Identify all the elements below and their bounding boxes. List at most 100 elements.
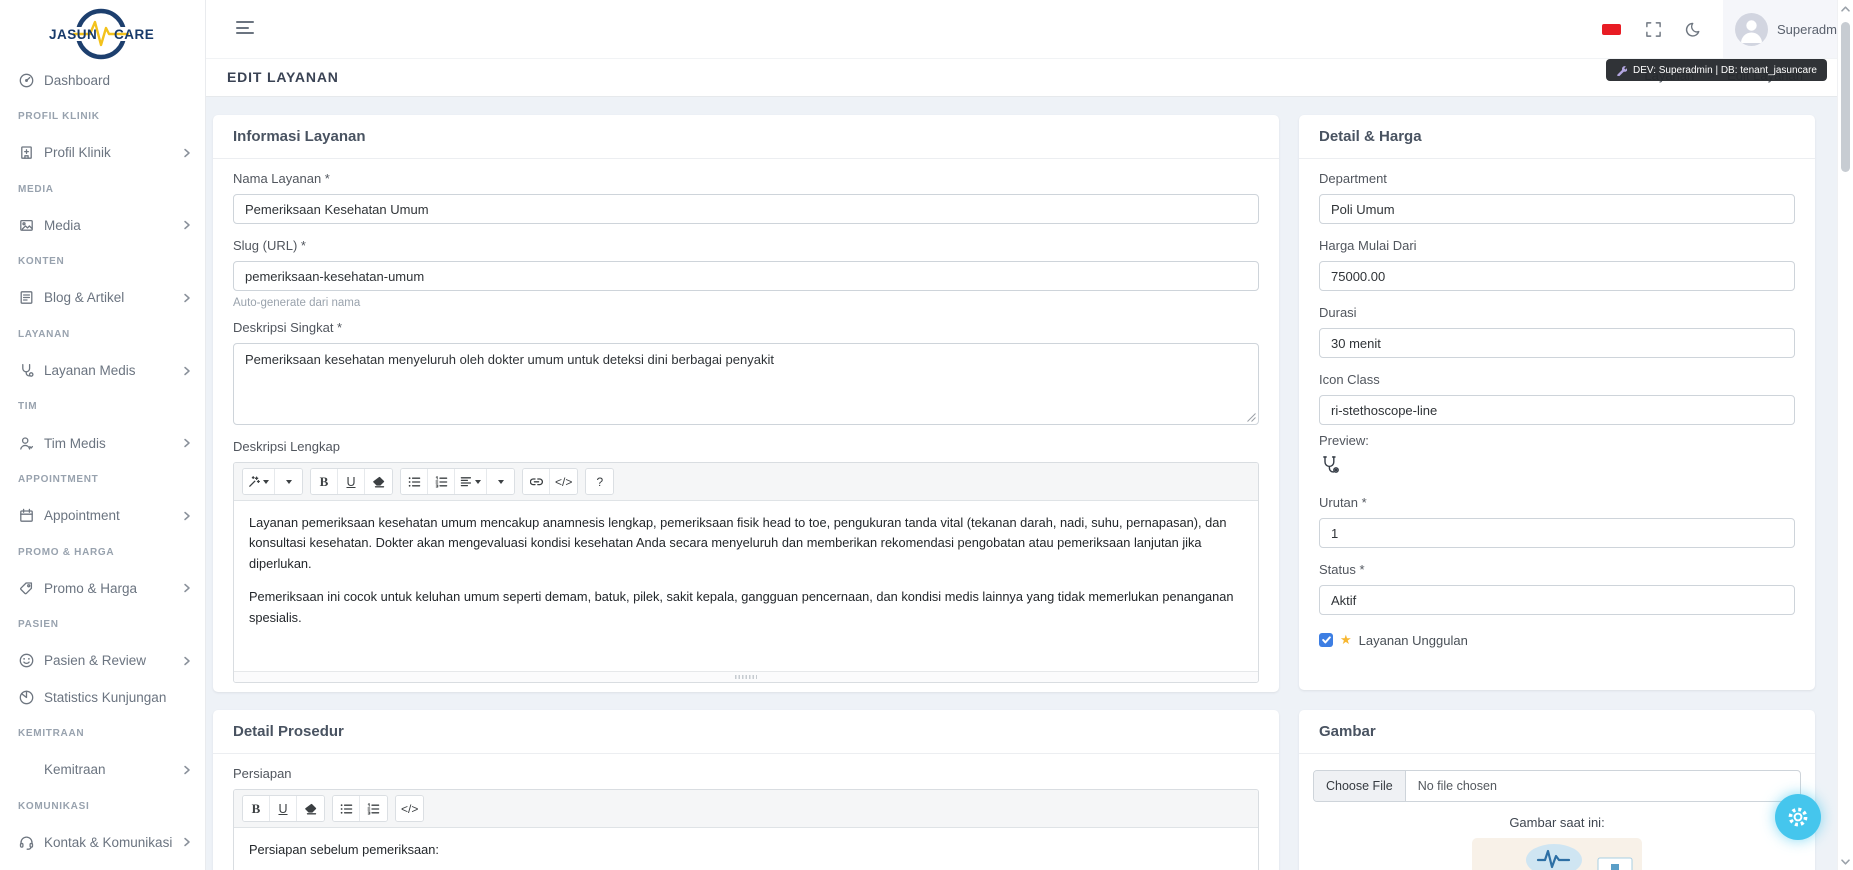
editor-paragraph: Persiapan sebelum pemeriksaan: — [249, 840, 1243, 860]
settings-fab-button[interactable] — [1775, 794, 1821, 840]
sidebar-section-konten: KONTEN — [0, 243, 205, 279]
dashboard-icon — [18, 72, 35, 89]
unordered-list-button[interactable] — [333, 796, 360, 821]
sidebar-item-profil-klinik[interactable]: Profil Klinik — [0, 135, 205, 171]
clear-format-eraser-button[interactable] — [365, 469, 392, 494]
icon-class-input[interactable]: ri-stethoscope-line — [1319, 395, 1795, 425]
sidebar-item-appointment[interactable]: Appointment — [0, 498, 205, 534]
app-root: JASUN CARE Dashboard PROFIL KLINIK Profi… — [0, 0, 1853, 870]
sidebar-item-pasien-review[interactable]: Pasien & Review — [0, 643, 205, 679]
sidebar-section-komunikasi: KOMUNIKASI — [0, 788, 205, 824]
editor-content[interactable]: Layanan pemeriksaan kesehatan umum menca… — [234, 501, 1258, 671]
ordered-list-button[interactable] — [428, 469, 455, 494]
style-dropdown-button[interactable] — [275, 469, 302, 494]
chevron-right-icon — [183, 656, 191, 666]
topbar: Superadmin — [205, 0, 1853, 58]
stethoscope-icon — [18, 362, 35, 379]
editor-statusbar[interactable] — [234, 671, 1258, 682]
sidebar-item-blog-artikel[interactable]: Blog & Artikel — [0, 280, 205, 316]
vertical-scrollbar — [1837, 0, 1853, 870]
gear-icon — [1786, 805, 1810, 829]
sidebar-section-layanan: LAYANAN — [0, 316, 205, 352]
chevron-right-icon — [183, 366, 191, 376]
sidebar-item-kontak-komunikasi[interactable]: Kontak & Komunikasi — [0, 824, 205, 860]
sidebar-section-promo-harga: PROMO & HARGA — [0, 534, 205, 570]
sidebar-item-dashboard[interactable]: Dashboard — [0, 62, 205, 98]
brand-text-left: JASUN — [49, 27, 97, 42]
persiapan-label: Persiapan — [233, 766, 1259, 781]
sidebar-item-kemitraan[interactable]: Kemitraan — [0, 752, 205, 788]
editor-toolbar: B U — [234, 463, 1258, 501]
editor-toolbar: B U </> — [234, 790, 1258, 828]
sidebar-section-kemitraan: KEMITRAAN — [0, 715, 205, 751]
sidebar-item-tim-medis[interactable]: Tim Medis — [0, 425, 205, 461]
deskripsi-singkat-textarea[interactable]: Pemeriksaan kesehatan menyeluruh oleh do… — [233, 343, 1259, 425]
chevron-right-icon — [183, 293, 191, 303]
underline-button[interactable]: U — [338, 469, 365, 494]
dark-mode-moon-icon[interactable] — [1684, 21, 1701, 38]
sidebar-item-layanan-medis[interactable]: Layanan Medis — [0, 352, 205, 388]
article-icon — [18, 289, 35, 306]
card-title: Detail & Harga — [1299, 115, 1815, 159]
rich-text-editor: B U — [233, 462, 1259, 683]
link-button[interactable] — [523, 469, 550, 494]
choose-file-button[interactable]: Choose File — [1314, 771, 1406, 801]
icon-class-label: Icon Class — [1319, 372, 1795, 387]
status-select[interactable]: Aktif — [1319, 585, 1795, 615]
chevron-right-icon — [183, 220, 191, 230]
code-view-button[interactable]: </> — [396, 796, 423, 821]
slug-label: Slug (URL) * — [233, 238, 1259, 253]
department-label: Department — [1319, 171, 1795, 186]
card-detail-harga: Detail & Harga Department Poli Umum Harg… — [1299, 115, 1815, 690]
editor-content[interactable]: Persiapan sebelum pemeriksaan: — [234, 828, 1258, 870]
urutan-input[interactable]: 1 — [1319, 518, 1795, 548]
slug-input[interactable]: pemeriksaan-kesehatan-umum — [233, 261, 1259, 291]
bold-button[interactable]: B — [243, 796, 270, 821]
bold-button[interactable]: B — [311, 469, 338, 494]
page-title: EDIT LAYANAN — [227, 69, 339, 85]
resize-handle[interactable] — [1247, 413, 1256, 422]
image-icon — [18, 217, 35, 234]
language-flag-icon[interactable] — [1602, 24, 1621, 35]
chevron-right-icon — [183, 148, 191, 158]
avatar — [1735, 13, 1768, 46]
department-select[interactable]: Poli Umum — [1319, 194, 1795, 224]
team-icon — [18, 435, 35, 452]
clear-format-eraser-button[interactable] — [297, 796, 324, 821]
sidebar-item-media[interactable]: Media — [0, 207, 205, 243]
harga-label: Harga Mulai Dari — [1319, 238, 1795, 253]
align-dropdown-button[interactable] — [487, 469, 514, 494]
sidebar-item-label: Dashboard — [44, 73, 191, 88]
durasi-input[interactable]: 30 menit — [1319, 328, 1795, 358]
hamburger-menu-icon[interactable] — [236, 21, 256, 37]
unordered-list-button[interactable] — [401, 469, 428, 494]
chevron-right-icon — [183, 765, 191, 775]
magic-style-button[interactable] — [243, 469, 275, 494]
fullscreen-icon[interactable] — [1645, 21, 1662, 38]
user-menu[interactable]: Superadmin — [1723, 0, 1853, 58]
harga-input[interactable]: 75000.00 — [1319, 261, 1795, 291]
status-label: Status * — [1319, 562, 1795, 577]
paragraph-align-button[interactable] — [455, 469, 487, 494]
underline-button[interactable]: U — [270, 796, 297, 821]
file-input[interactable]: Choose File No file chosen — [1313, 770, 1801, 802]
sidebar-section-appointment: APPOINTMENT — [0, 461, 205, 497]
nama-layanan-input[interactable]: Pemeriksaan Kesehatan Umum — [233, 194, 1259, 224]
card-gambar: Gambar Choose File No file chosen Gambar… — [1299, 710, 1815, 870]
unggulan-checkbox[interactable] — [1319, 633, 1333, 647]
card-informasi-layanan: Informasi Layanan Nama Layanan * Pemerik… — [213, 115, 1279, 692]
scroll-up-arrow[interactable] — [1840, 3, 1851, 14]
slug-help-text: Auto-generate dari nama — [233, 297, 1259, 309]
scrollbar-thumb[interactable] — [1841, 22, 1850, 172]
sidebar-item-statistics-kunjungan[interactable]: Statistics Kunjungan — [0, 679, 205, 715]
ordered-list-button[interactable] — [360, 796, 387, 821]
sidebar-item-promo-harga[interactable]: Promo & Harga — [0, 570, 205, 606]
unggulan-label: Layanan Unggulan — [1359, 633, 1468, 648]
code-view-button[interactable]: </> — [550, 469, 577, 494]
help-button[interactable]: ? — [586, 469, 613, 494]
sidebar-section-pasien: PASIEN — [0, 606, 205, 642]
chevron-right-icon — [183, 511, 191, 521]
brand-logo[interactable]: JASUN CARE — [44, 6, 162, 62]
scroll-down-arrow[interactable] — [1840, 856, 1851, 867]
stethoscope-preview-icon — [1319, 454, 1795, 481]
